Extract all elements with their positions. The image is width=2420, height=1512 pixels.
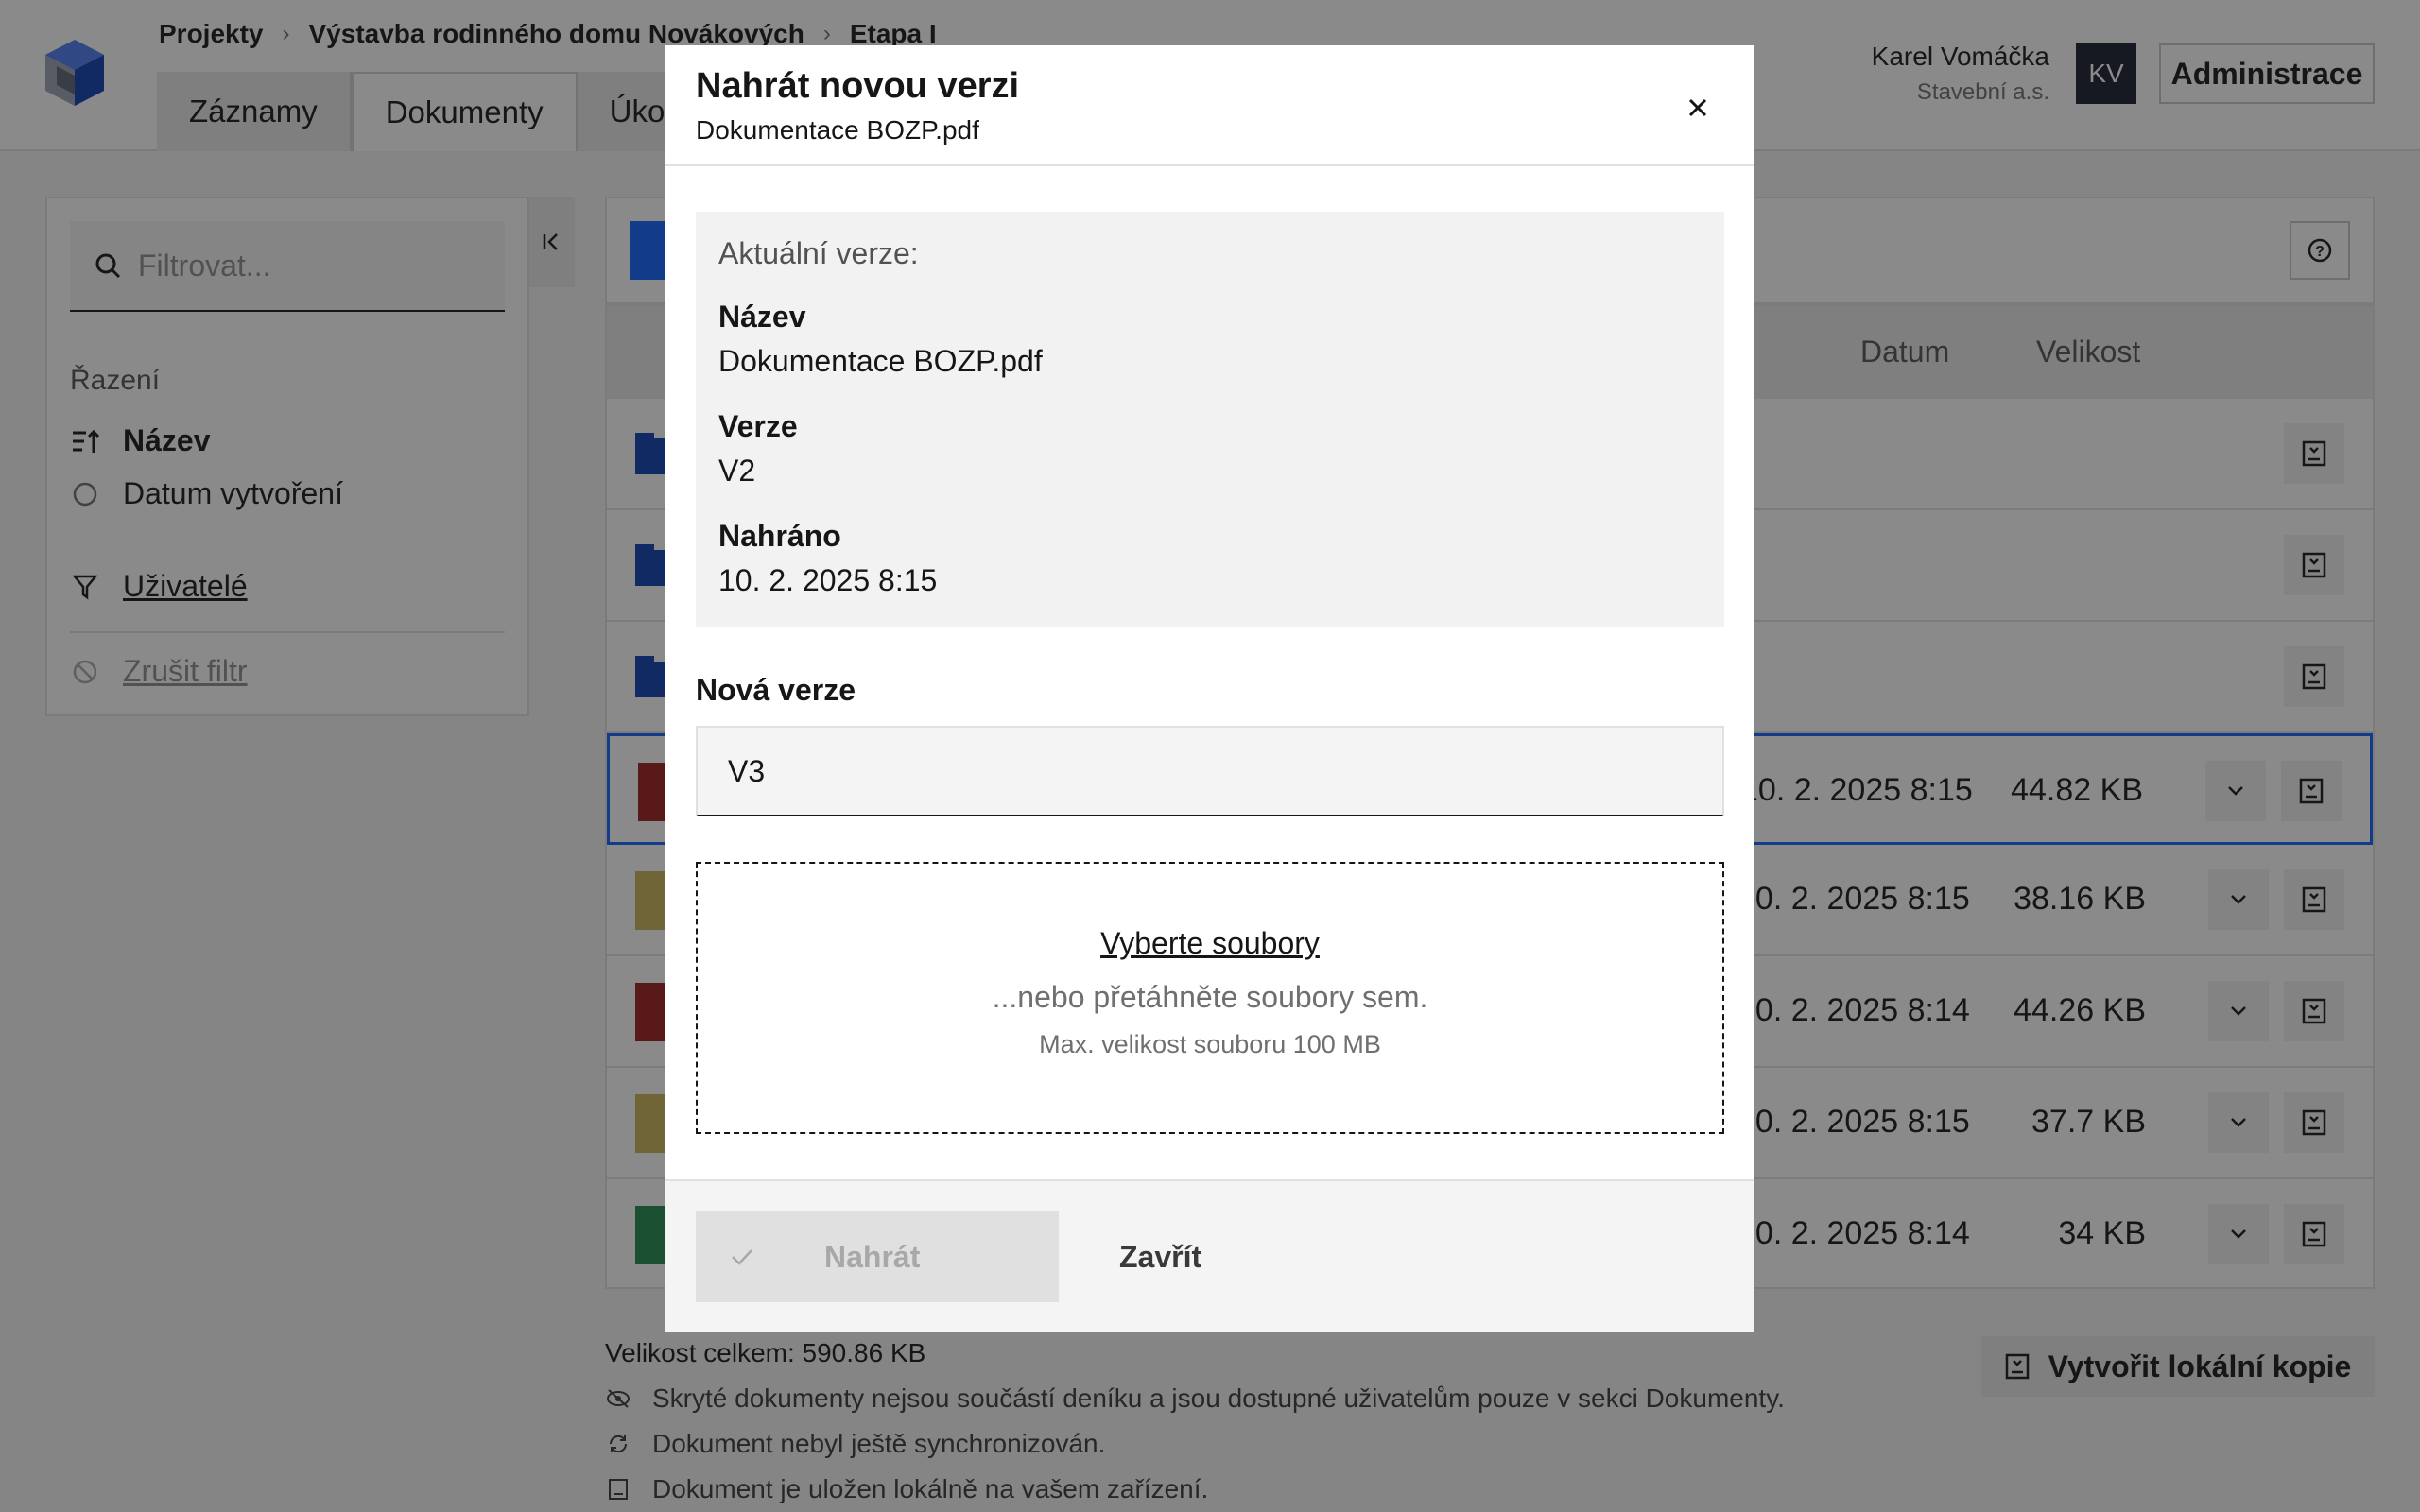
new-version-label: Nová verze xyxy=(696,673,856,707)
field-value-uploaded: 10. 2. 2025 8:15 xyxy=(718,563,938,597)
upload-button[interactable]: Nahrát xyxy=(696,1211,1059,1302)
modal-header: Nahrát novou verzi Dokumentace BOZP.pdf xyxy=(666,45,1754,166)
dropzone-hint: ...nebo přetáhněte soubory sem. xyxy=(992,980,1428,1014)
new-version-input[interactable]: V3 xyxy=(696,726,1724,816)
checkmark-icon xyxy=(730,1247,754,1266)
field-value-version: V2 xyxy=(718,454,756,488)
select-files-link[interactable]: Vyberte soubory xyxy=(698,926,1722,961)
dropzone-max-size: Max. velikost souboru 100 MB xyxy=(1039,1030,1381,1058)
modal-footer: Nahrát Zavřít xyxy=(666,1179,1754,1332)
field-label-name: Název xyxy=(718,300,806,334)
current-version-box: Aktuální verze: Název Dokumentace BOZP.p… xyxy=(696,212,1724,627)
field-label-uploaded: Nahráno xyxy=(718,519,841,553)
upload-version-modal: Nahrát novou verzi Dokumentace BOZP.pdf … xyxy=(666,45,1754,1332)
close-button[interactable]: Zavřít xyxy=(1119,1211,1201,1302)
modal-subtitle: Dokumentace BOZP.pdf xyxy=(696,115,979,145)
upload-button-label: Nahrát xyxy=(824,1239,921,1274)
file-dropzone[interactable]: Vyberte soubory ...nebo přetáhněte soubo… xyxy=(696,862,1724,1134)
current-version-caption: Aktuální verze: xyxy=(718,236,919,270)
field-value-name: Dokumentace BOZP.pdf xyxy=(718,344,1043,378)
modal-title: Nahrát novou verzi xyxy=(696,66,1020,106)
close-icon[interactable] xyxy=(1679,89,1717,127)
field-label-version: Verze xyxy=(718,409,798,443)
